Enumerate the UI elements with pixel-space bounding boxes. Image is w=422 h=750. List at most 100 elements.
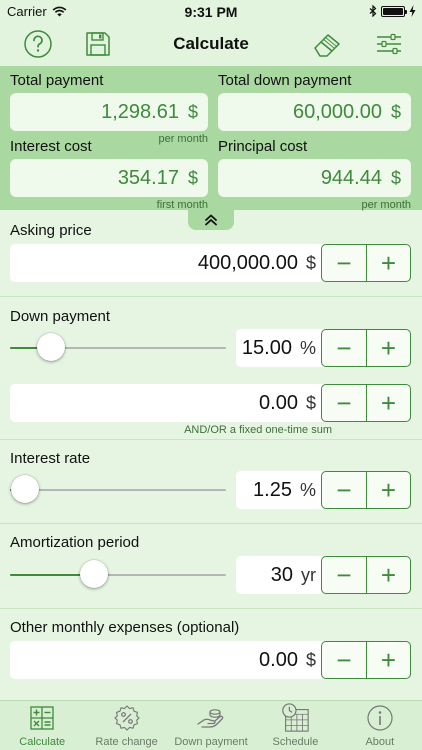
asking-price-decrement-button[interactable]: − [322,245,366,281]
summary-panel: Total payment 1,298.61 $ per month Total… [0,66,422,212]
slider-thumb[interactable] [37,333,66,361]
tab-schedule[interactable]: Schedule [253,701,337,750]
asking-price-stepper: − + [321,244,411,282]
down-payment-percent-decrement-button[interactable]: − [322,330,366,366]
interest-cost-label: Interest cost [10,138,92,155]
total-down-payment-value: 60,000.00 [293,100,382,123]
down-payment-percent-stepper: − + [321,329,411,367]
tab-label: Down payment [174,736,248,748]
calculator-icon [27,703,57,733]
asking-price-field[interactable]: 400,000.00 $ [10,244,326,282]
interest-rate-section: Interest rate 1.25 % − + [0,440,422,524]
amortization-stepper: − + [321,556,411,594]
interest-cost-cell: Interest cost 354.17 $ first month [10,137,208,212]
down-payment-sum-field[interactable]: 0.00 $ [10,384,326,422]
tab-label: Calculate [19,736,66,748]
asking-price-unit: $ [305,252,316,273]
total-down-payment-cell: Total down payment 60,000.00 $ [218,71,411,146]
total-down-payment-unit: $ [390,101,401,122]
interest-rate-slider[interactable] [10,475,226,505]
slider-thumb[interactable] [80,560,109,588]
principal-cost-value-box: 944.44 $ [218,159,411,197]
asking-price-increment-button[interactable]: + [365,245,410,281]
tab-calculate[interactable]: Calculate [0,701,84,750]
total-down-payment-value-box: 60,000.00 $ [218,93,411,131]
down-payment-slider[interactable] [10,333,226,363]
interest-rate-field[interactable]: 1.25 % [236,471,326,509]
eraser-icon [314,34,340,57]
calendar-clock-icon [280,703,310,733]
info-circle-icon [365,703,395,733]
tab-rate-change[interactable]: Rate change [84,701,168,750]
down-payment-percent-increment-button[interactable]: + [365,330,410,366]
other-expenses-label: Other monthly expenses (optional) [10,619,240,636]
asking-price-label: Asking price [10,222,92,239]
asking-price-value: 400,000.00 [197,251,298,274]
status-bar: Carrier 9:31 PM [0,0,422,22]
principal-cost-unit: $ [390,167,401,188]
other-expenses-field[interactable]: 0.00 $ [10,641,326,679]
down-payment-section: Down payment 15.00 % − + 0.00 $ − + AND/… [0,297,422,440]
other-expenses-decrement-button[interactable]: − [322,642,366,678]
tab-down-payment[interactable]: Down payment [169,701,253,750]
percent-badge-icon [112,703,142,733]
other-expenses-unit: $ [305,649,316,670]
amortization-decrement-button[interactable]: − [322,557,366,593]
interest-rate-decrement-button[interactable]: − [322,472,366,508]
amortization-section: Amortization period 30 yr − + [0,524,422,609]
interest-rate-unit: % [299,479,316,500]
hand-coin-icon [196,703,226,733]
principal-cost-value: 944.44 [320,166,382,189]
down-payment-sum-increment-button[interactable]: + [365,385,410,421]
total-payment-cell: Total payment 1,298.61 $ per month [10,71,208,146]
status-time: 9:31 PM [184,4,238,20]
down-payment-sum-decrement-button[interactable]: − [322,385,366,421]
slider-thumb[interactable] [11,475,40,503]
amortization-increment-button[interactable]: + [365,557,410,593]
down-payment-percent-unit: % [299,337,316,358]
down-payment-percent-value: 15.00 [241,336,292,359]
other-expenses-section: Other monthly expenses (optional) 0.00 $… [0,609,422,700]
interest-rate-label: Interest rate [10,450,91,467]
sliders-icon [377,33,401,55]
interest-rate-increment-button[interactable]: + [365,472,410,508]
settings-button[interactable] [372,27,406,61]
down-payment-sum-value: 0.00 [259,391,298,414]
total-payment-unit: $ [187,101,198,122]
interest-cost-value: 354.17 [117,166,179,189]
principal-cost-label: Principal cost [218,138,308,155]
total-down-payment-label: Total down payment [218,72,352,89]
down-payment-sum-caption: AND/OR a fixed one-time sum [184,424,332,436]
tab-label: Schedule [272,736,319,748]
interest-rate-value: 1.25 [253,478,292,501]
amortization-value: 30 [270,563,293,586]
other-expenses-increment-button[interactable]: + [365,642,410,678]
asking-price-section: Asking price 400,000.00 $ − + [0,210,422,297]
battery-icon [381,5,407,17]
page-title: Calculate [173,34,249,53]
amortization-unit: yr [301,564,316,585]
total-payment-label: Total payment [10,72,104,89]
interest-cost-unit: $ [187,167,198,188]
down-payment-percent-field[interactable]: 15.00 % [236,329,326,367]
tab-label: About [365,736,395,748]
interest-cost-value-box: 354.17 $ [10,159,208,197]
amortization-slider[interactable] [10,560,226,590]
tab-label: Rate change [95,736,158,748]
principal-cost-cell: Principal cost 944.44 $ per month [218,137,411,212]
amortization-label: Amortization period [10,534,140,551]
slider-track [10,489,226,491]
down-payment-label: Down payment [10,308,111,325]
down-payment-sum-unit: $ [305,392,316,413]
other-expenses-value: 0.00 [259,648,298,671]
navigation-bar: Calculate [0,22,422,66]
tab-bar: Calculate Rate change Down payment Sched… [0,700,422,750]
amortization-field[interactable]: 30 yr [236,556,326,594]
charging-bolt-icon [409,5,416,17]
down-payment-sum-stepper: − + [321,384,411,422]
tab-about[interactable]: About [338,701,422,750]
interest-rate-stepper: − + [321,471,411,509]
total-payment-value: 1,298.61 [101,100,179,123]
total-payment-value-box: 1,298.61 $ [10,93,208,131]
clear-button[interactable] [310,27,344,61]
